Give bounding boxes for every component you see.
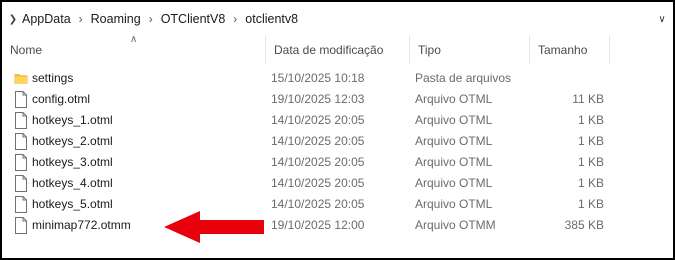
file-date: 14/10/2025 20:05 [271, 197, 365, 211]
explorer-window: ❯ AppData › Roaming › OTClientV8 › otcli… [0, 0, 675, 260]
chevron-down-icon[interactable]: ∨ [651, 8, 673, 30]
file-row-hotkeys-4[interactable]: hotkeys_4.otml 14/10/2025 20:05 Arquivo … [2, 173, 673, 194]
file-row-minimap772[interactable]: minimap772.otmm 19/10/2025 12:00 Arquivo… [2, 215, 673, 236]
file-icon [15, 217, 27, 234]
file-date: 19/10/2025 12:00 [271, 218, 365, 232]
file-row-hotkeys-1[interactable]: hotkeys_1.otml 14/10/2025 20:05 Arquivo … [2, 110, 673, 131]
file-type: Arquivo OTMM [415, 218, 496, 232]
file-size: 385 KB [564, 218, 604, 232]
column-header-date-label: Data de modificação [274, 43, 384, 57]
file-name: hotkeys_2.otml [32, 134, 113, 148]
column-header-date[interactable]: Data de modificação [266, 36, 410, 64]
file-name: hotkeys_3.otml [32, 155, 113, 169]
file-icon [15, 133, 27, 150]
column-header-row: ∧ Nome Data de modificação Tipo Tamanho [2, 34, 673, 64]
file-name: settings [32, 71, 74, 85]
file-row-settings[interactable]: settings 15/10/2025 10:18 Pasta de arqui… [2, 68, 673, 89]
file-row-config[interactable]: config.otml 19/10/2025 12:03 Arquivo OTM… [2, 89, 673, 110]
column-header-name[interactable]: ∧ Nome [2, 34, 266, 64]
file-size: 11 KB [572, 92, 604, 106]
file-date: 14/10/2025 20:05 [271, 113, 365, 127]
file-type: Arquivo OTML [415, 197, 493, 211]
file-type: Arquivo OTML [415, 113, 493, 127]
file-icon [15, 196, 27, 213]
red-arrow-icon [164, 211, 264, 243]
file-size: 1 KB [577, 113, 604, 127]
file-size: 1 KB [577, 134, 604, 148]
file-name: minimap772.otmm [32, 218, 131, 232]
breadcrumb-item-appdata[interactable]: AppData [20, 12, 73, 26]
file-size: 1 KB [577, 176, 604, 190]
chevron-right-icon[interactable]: › [73, 12, 89, 26]
file-icon [15, 154, 27, 171]
sort-up-icon: ∧ [130, 34, 138, 45]
file-size: 1 KB [577, 155, 604, 169]
file-date: 14/10/2025 20:05 [271, 134, 365, 148]
breadcrumb: ❯ AppData › Roaming › OTClientV8 › otcli… [2, 2, 675, 36]
file-icon [15, 112, 27, 129]
file-icon [15, 91, 27, 108]
chevron-right-icon[interactable]: › [143, 12, 159, 26]
file-row-hotkeys-2[interactable]: hotkeys_2.otml 14/10/2025 20:05 Arquivo … [2, 131, 673, 152]
column-header-name-label: Nome [10, 43, 43, 57]
file-row-hotkeys-3[interactable]: hotkeys_3.otml 14/10/2025 20:05 Arquivo … [2, 152, 673, 173]
file-list: settings 15/10/2025 10:18 Pasta de arqui… [2, 68, 673, 236]
column-header-size[interactable]: Tamanho [530, 36, 610, 64]
file-name: config.otml [32, 92, 91, 106]
file-type: Arquivo OTML [415, 176, 493, 190]
file-name: hotkeys_4.otml [32, 176, 113, 190]
column-header-size-label: Tamanho [538, 43, 588, 57]
file-type: Pasta de arquivos [415, 71, 512, 85]
breadcrumb-item-roaming[interactable]: Roaming [89, 12, 143, 26]
file-date: 14/10/2025 20:05 [271, 176, 365, 190]
breadcrumb-item-otclientv8[interactable]: otclientv8 [243, 12, 300, 26]
folder-icon [14, 74, 28, 84]
chevron-right-icon[interactable]: ❯ [6, 14, 20, 25]
breadcrumb-item-otclientv8-upper[interactable]: OTClientV8 [159, 12, 228, 26]
file-date: 14/10/2025 20:05 [271, 155, 365, 169]
file-type: Arquivo OTML [415, 134, 493, 148]
file-type: Arquivo OTML [415, 155, 493, 169]
file-date: 19/10/2025 12:03 [271, 92, 365, 106]
file-type: Arquivo OTML [415, 92, 493, 106]
chevron-right-icon[interactable]: › [227, 12, 243, 26]
column-header-type[interactable]: Tipo [410, 36, 530, 64]
file-size: 1 KB [577, 197, 604, 211]
column-header-type-label: Tipo [418, 43, 441, 57]
file-name: hotkeys_1.otml [32, 113, 113, 127]
file-icon [15, 175, 27, 192]
file-name: hotkeys_5.otml [32, 197, 113, 211]
file-date: 15/10/2025 10:18 [271, 71, 365, 85]
file-row-hotkeys-5[interactable]: hotkeys_5.otml 14/10/2025 20:05 Arquivo … [2, 194, 673, 215]
